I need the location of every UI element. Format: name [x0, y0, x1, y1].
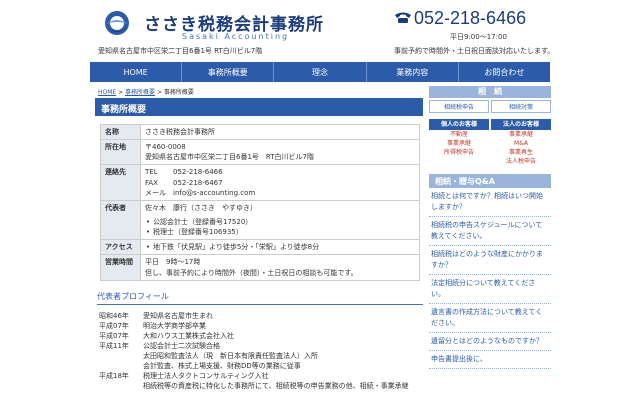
qa-link[interactable]: 相続税はどのような財産にかかりますか？ — [429, 246, 551, 275]
global-nav: HOME 事務所概要 理念 業務内容 お問合わせ — [90, 62, 550, 82]
access-info: 地下鉄「伏見駅」より徒歩5分・「栄駅」より徒歩8分 — [140, 239, 420, 256]
inheritance-plan-button[interactable]: 相続対策 — [491, 100, 551, 113]
list-item: 会計監査、株式上場支援、財務DD等の業務に従事 — [143, 361, 301, 370]
sidebar-customer-boxes: 個人のお客様 不動産 事業承継 所得税申告 法人のお客様 事業承継 M&A 事業… — [429, 119, 551, 166]
sidebar-link[interactable]: 法人税申告 — [491, 157, 551, 166]
sidebar-souzoku-head: 相 続 — [429, 86, 551, 98]
hours-line: 平日 9時～17時 — [145, 258, 201, 267]
site-header: ささき税務会計事務所 Sasaki Accounting 愛知県名古屋市中区栄二… — [0, 0, 640, 62]
table-row: アクセス 地下鉄「伏見駅」より徒歩5分・「栄駅」より徒歩8分 — [100, 239, 420, 256]
representative-info: 佐々木 康行（ささき やすゆき） 公認会計士（登録番号17520） 税理士（登録… — [140, 199, 420, 241]
list-item: 平成11年 公認会計士二次試験合格 — [99, 341, 220, 350]
logo-icon — [105, 11, 129, 35]
hours-info: 平日 9時～17時 但し、事前予約により時間外（夜間）・土日祝日の相談も可能です… — [140, 254, 420, 281]
list-item: 太田昭和監査法人（現 新日本有限責任監査法人）入所 — [143, 351, 318, 360]
label-contact: 連絡先 — [100, 164, 141, 201]
nav-contact[interactable]: お問合わせ — [459, 62, 550, 82]
label-address: 所在地 — [100, 139, 141, 166]
tel-label: TEL — [145, 168, 158, 177]
table-row: 連絡先 TEL 052-218-6466 FAX 052-218-6467 メール i… — [100, 164, 420, 201]
qa-link[interactable]: 法定相続分について教えてください。 — [429, 275, 551, 304]
list-item: 平成07年 明治大学商学部卒業 — [99, 321, 206, 330]
qa-link[interactable]: 相続とは何ですか？相続はいつ開始しますか？ — [429, 188, 551, 217]
table-row: 営業時間 平日 9時～17時 但し、事前予約により時間外（夜間）・土日祝日の相談… — [100, 254, 420, 281]
breadcrumb-parent[interactable]: 事務所概要 — [125, 89, 155, 96]
qa-link[interactable]: 申告書提出後に、 — [429, 351, 551, 369]
hours-note: 但し、事前予約により時間外（夜間）・土日祝日の相談も可能です。 — [145, 268, 358, 277]
list-item: 平成18年 税理士法人タクトコンサルティング入社 — [99, 371, 269, 380]
mail-label: メール — [145, 188, 166, 197]
fax-label: FAX — [145, 178, 158, 187]
office-name: ささき税務会計事務所 — [140, 123, 420, 141]
office-address: 〒460-0008 愛知県名古屋市中区栄二丁目6番1号 RT白川ビル7階 — [140, 139, 420, 166]
header-notice: 事前予約で時間外・土日祝日面談対応いたします。 — [394, 47, 555, 55]
qa-link[interactable]: 遺留分とはどのようなものですか？ — [429, 333, 551, 351]
header-hours: 平日9:00～17:00 — [450, 33, 507, 41]
corporate-head: 法人のお客様 — [491, 119, 551, 130]
sidebar-link[interactable]: 事業承継 — [429, 139, 489, 148]
sidebar: 相 続 相続税申告 相続対策 個人のお客様 不動産 事業承継 所得税申告 法人の… — [429, 86, 551, 369]
nav-philosophy[interactable]: 理念 — [274, 62, 367, 82]
sidebar-link[interactable]: 事業再生 — [491, 148, 551, 157]
sidebar-link[interactable]: 所得税申告 — [429, 148, 489, 157]
header-phone[interactable]: 052-218-6466 — [414, 8, 526, 29]
sidebar-link[interactable]: 事業承継 — [491, 130, 551, 139]
tel-value[interactable]: 052-218-6466 — [173, 167, 223, 177]
list-item: 税理士（登録番号106935） — [145, 227, 415, 237]
list-item: 平成07年 大和ハウス工業株式会社入社 — [99, 331, 234, 340]
breadcrumb-separator: > — [116, 89, 126, 96]
qa-head: 相続・贈与Q&A — [429, 174, 551, 188]
list-item: 相続税等の資産税に特化した事務所にて、相続税等の申告業務の他、相続・事業承継 — [143, 381, 409, 390]
sidebar-link[interactable]: 不動産 — [429, 130, 489, 139]
representative-name: 佐々木 康行（ささき やすゆき） — [145, 203, 257, 212]
mail-value[interactable]: info@s-accounting.com — [173, 188, 255, 198]
individual-head: 個人のお客様 — [429, 119, 489, 130]
label-name: 名称 — [100, 123, 141, 141]
page-title: 事務所概要 — [95, 98, 423, 116]
qa-link[interactable]: 相続税の申告スケジュールについて教えてください。 — [429, 217, 551, 246]
table-row: 所在地 〒460-0008 愛知県名古屋市中区栄二丁目6番1号 RT白川ビル7階 — [100, 139, 420, 166]
sidebar-link[interactable]: M&A — [491, 139, 551, 148]
table-row: 代表者 佐々木 康行（ささき やすゆき） 公認会計士（登録番号17520） 税理… — [100, 199, 420, 241]
breadcrumb-home[interactable]: HOME — [98, 89, 116, 96]
label-representative: 代表者 — [100, 199, 141, 241]
list-item: 昭和46年 愛知県名古屋市生まれ — [99, 311, 213, 320]
breadcrumb: HOME > 事務所概要 > 事務所概要 — [98, 87, 194, 96]
site-name-en: Sasaki Accounting — [182, 32, 290, 41]
nav-services[interactable]: 業務内容 — [367, 62, 459, 82]
zip-code: 〒460-0008 — [145, 143, 186, 152]
profile-list: 昭和46年 愛知県名古屋市生まれ 平成07年 明治大学商学部卒業 平成07年 大和ハウ… — [99, 311, 423, 391]
contact-info: TEL 052-218-6466 FAX 052-218-6467 メール info@… — [140, 164, 420, 201]
individual-box: 個人のお客様 不動産 事業承継 所得税申告 — [429, 119, 489, 166]
nav-about[interactable]: 事務所概要 — [182, 62, 275, 82]
label-hours: 営業時間 — [100, 254, 141, 281]
list-item: 公認会計士（登録番号17520） — [145, 217, 415, 227]
table-row: 名称 ささき税務会計事務所 — [100, 123, 420, 141]
header-address: 愛知県名古屋市中区栄二丁目6番1号 RT白川ビル7階 — [98, 47, 263, 55]
label-access: アクセス — [100, 239, 141, 256]
breadcrumb-separator: > — [155, 89, 164, 96]
inheritance-tax-button[interactable]: 相続税申告 — [429, 100, 489, 113]
nav-home[interactable]: HOME — [90, 62, 183, 82]
corporate-box: 法人のお客様 事業承継 M&A 事業再生 法人税申告 — [491, 119, 551, 166]
main-content: 事務所概要 名称 ささき税務会計事務所 所在地 〒460-0008 愛知県名古屋… — [95, 98, 423, 391]
qa-link[interactable]: 遺言書の作成方法について教えてください。 — [429, 304, 551, 333]
office-info-table: 名称 ささき税務会計事務所 所在地 〒460-0008 愛知県名古屋市中区栄二丁… — [100, 123, 420, 281]
address-text: 愛知県名古屋市中区栄二丁目6番1号 RT白川ビル7階 — [145, 153, 314, 162]
sidebar-souzoku-buttons: 相続税申告 相続対策 — [429, 100, 551, 113]
profile-title: 代表者プロフィール — [97, 291, 423, 305]
fax-value: 052-218-6467 — [173, 178, 223, 187]
phone-icon — [395, 12, 411, 23]
list-item: 地下鉄「伏見駅」より徒歩5分・「栄駅」より徒歩8分 — [145, 242, 415, 252]
breadcrumb-current: 事務所概要 — [163, 89, 194, 96]
